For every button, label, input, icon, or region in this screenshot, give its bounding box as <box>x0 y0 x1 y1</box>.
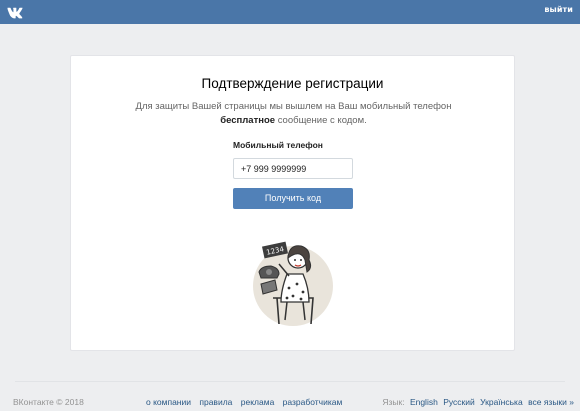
description-part2: сообщение с кодом. <box>275 115 367 126</box>
footer-links: о компании правила реклама разработчикам <box>146 397 348 407</box>
top-header: выйти <box>0 0 580 24</box>
footer-link-rules[interactable]: правила <box>199 397 232 407</box>
phone-label: Мобильный телефон <box>233 140 323 150</box>
language-label: Язык: <box>382 397 405 407</box>
description-part1: Для защиты Вашей страницы мы вышлем на В… <box>135 101 452 112</box>
page-title: Подтверждение регистрации <box>201 76 384 91</box>
lang-all[interactable]: все языки » <box>528 397 574 407</box>
footer-link-developers[interactable]: разработчикам <box>283 397 343 407</box>
language-selector: Язык: English Русский Українська все язы… <box>382 397 574 407</box>
description-bold: бесплатное <box>220 115 276 126</box>
footer-divider <box>15 381 565 382</box>
footer-link-ads[interactable]: реклама <box>241 397 275 407</box>
phone-input[interactable] <box>233 158 353 179</box>
lang-russian[interactable]: Русский <box>443 397 475 407</box>
footer-link-about[interactable]: о компании <box>146 397 191 407</box>
registration-confirm-card: Подтверждение регистрации Для защиты Ваш… <box>70 55 515 351</box>
lang-ukrainian[interactable]: Українська <box>480 397 523 407</box>
get-code-button[interactable]: Получить код <box>233 188 353 209</box>
lang-english[interactable]: English <box>410 397 438 407</box>
phone-girl-illustration: 1234 <box>253 241 333 326</box>
logout-link[interactable]: выйти <box>544 5 573 14</box>
description-text: Для защиты Вашей страницы мы вышлем на В… <box>131 100 456 128</box>
vk-logo-icon[interactable] <box>5 3 25 21</box>
copyright-text: ВКонтакте © 2018 <box>13 397 84 407</box>
page-footer: ВКонтакте © 2018 о компании правила рекл… <box>0 381 580 411</box>
